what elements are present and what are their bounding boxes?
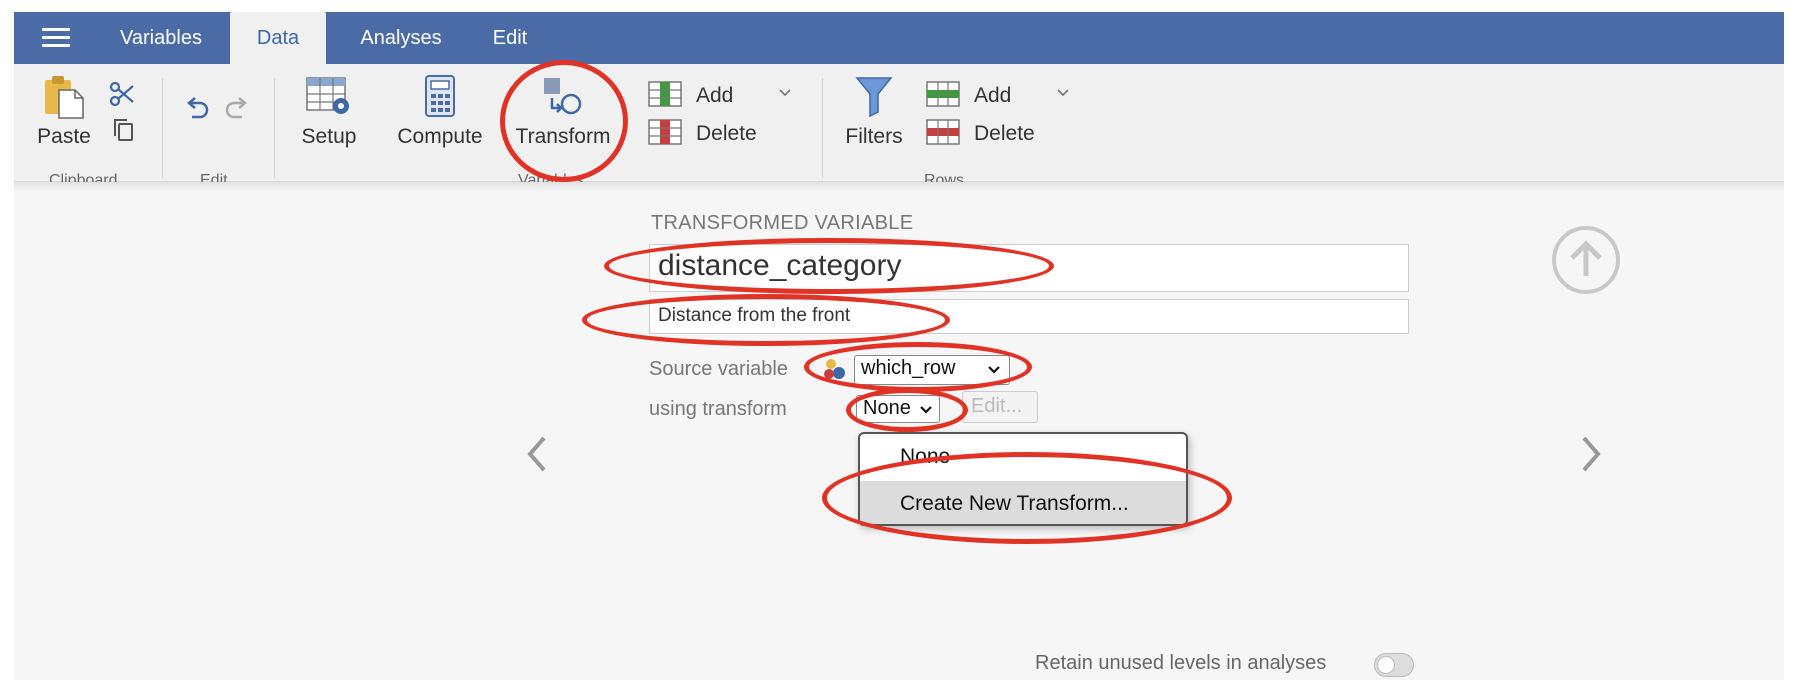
ribbon-shadow xyxy=(14,182,1784,192)
transform-select[interactable]: None xyxy=(856,395,940,423)
dropdown-option-create-new-transform[interactable]: Create New Transform... xyxy=(860,481,1186,524)
add-variable-label: Add xyxy=(696,84,734,107)
transform-icon xyxy=(544,78,582,115)
paste-icon xyxy=(45,76,84,119)
variable-description-field[interactable]: Distance from the front xyxy=(649,299,1409,334)
paste-label: Paste xyxy=(37,125,91,148)
add-variable-button[interactable]: Add xyxy=(648,80,798,112)
delete-variable-button[interactable]: Delete xyxy=(648,118,798,150)
edit-transform-button[interactable]: Edit... xyxy=(962,391,1038,423)
calculator-icon xyxy=(425,75,455,117)
paste-button[interactable]: Paste xyxy=(34,74,94,149)
compute-button[interactable]: Compute xyxy=(390,74,490,149)
retain-unused-levels-label: Retain unused levels in analyses xyxy=(1035,652,1327,674)
tab-edit[interactable]: Edit xyxy=(470,12,550,64)
add-row-button[interactable]: Add xyxy=(926,80,1076,112)
using-transform-label: using transform xyxy=(649,398,787,420)
toggle-knob xyxy=(1377,656,1395,674)
delete-column-icon xyxy=(648,119,682,145)
source-variable-value: which_row xyxy=(861,357,956,379)
delete-variable-label: Delete xyxy=(696,122,757,145)
delete-row-label: Delete xyxy=(974,122,1035,145)
arrow-up-icon xyxy=(1570,240,1602,276)
nominal-variable-icon xyxy=(824,359,845,379)
add-column-icon xyxy=(648,81,682,107)
chevron-down-icon[interactable] xyxy=(778,88,792,98)
chevron-down-icon xyxy=(920,406,932,414)
collapse-up-button[interactable] xyxy=(1552,226,1620,294)
ribbon-separator xyxy=(274,78,275,178)
filter-funnel-icon xyxy=(855,77,893,118)
dropdown-option-none[interactable]: None xyxy=(860,434,1186,479)
menu-bar: Variables Data Analyses Edit xyxy=(14,12,1784,64)
source-variable-select[interactable]: which_row xyxy=(854,355,1010,385)
chevron-down-icon xyxy=(988,366,1000,374)
scissors-icon xyxy=(109,81,134,107)
variable-name-field[interactable]: distance_category xyxy=(649,244,1409,292)
copy-button[interactable] xyxy=(110,116,140,148)
filters-button[interactable]: Filters xyxy=(834,74,914,149)
transform-button[interactable]: Transform xyxy=(512,74,614,149)
redo-icon xyxy=(225,97,247,119)
hamburger-menu-icon[interactable] xyxy=(42,28,70,48)
delete-row-icon xyxy=(926,119,960,145)
redo-button[interactable] xyxy=(222,94,252,126)
transform-label: Transform xyxy=(515,125,611,148)
delete-row-button[interactable]: Delete xyxy=(926,118,1076,150)
setup-icon xyxy=(306,77,349,114)
add-row-icon xyxy=(926,81,960,107)
ribbon-separator xyxy=(822,78,823,178)
setup-button[interactable]: Setup xyxy=(294,74,364,149)
undo-icon xyxy=(187,97,209,119)
chevron-down-icon[interactable] xyxy=(1056,88,1070,98)
next-arrow-icon[interactable] xyxy=(1576,430,1606,478)
ribbon-toolbar: Paste Clipboard Edit Setup Compute Trans… xyxy=(14,64,1784,189)
add-row-label: Add xyxy=(974,84,1012,107)
app-window: Variables Data Analyses Edit Paste Clipb… xyxy=(14,12,1784,680)
previous-arrow-icon[interactable] xyxy=(522,430,552,478)
tab-data[interactable]: Data xyxy=(230,12,326,64)
filters-label: Filters xyxy=(845,125,903,148)
source-variable-label: Source variable xyxy=(649,358,788,380)
transform-dropdown-menu: None Create New Transform... xyxy=(858,432,1188,526)
tab-analyses[interactable]: Analyses xyxy=(340,12,462,64)
transform-select-value: None xyxy=(863,397,911,419)
tab-variables[interactable]: Variables xyxy=(100,12,222,64)
compute-label: Compute xyxy=(397,125,483,148)
retain-unused-levels-toggle[interactable] xyxy=(1374,653,1414,677)
cut-button[interactable] xyxy=(108,80,138,112)
copy-icon xyxy=(114,119,133,141)
undo-button[interactable] xyxy=(182,94,212,126)
section-title: TRANSFORMED VARIABLE xyxy=(651,212,914,234)
setup-label: Setup xyxy=(301,125,357,148)
ribbon-separator xyxy=(162,78,163,178)
